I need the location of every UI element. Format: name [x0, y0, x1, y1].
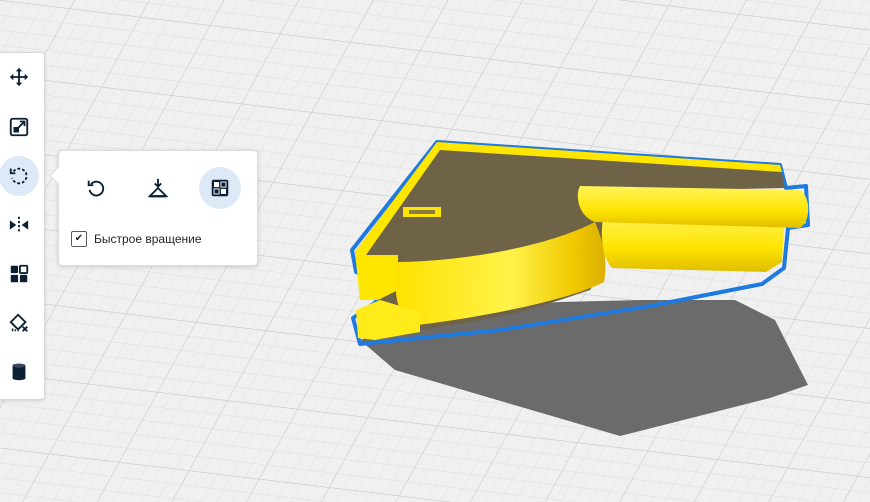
move-arrows-icon — [9, 67, 29, 87]
mirror-tool-button[interactable] — [0, 205, 39, 245]
per-model-settings-icon — [10, 264, 29, 283]
cylinder-tool-button[interactable] — [0, 352, 39, 392]
support-blocker-icon — [9, 313, 28, 332]
tool-sidebar — [0, 52, 45, 400]
move-tool-button[interactable] — [0, 57, 39, 97]
lay-flat-button[interactable] — [137, 167, 179, 209]
scale-icon — [9, 117, 29, 137]
model-upper-bar — [577, 186, 809, 228]
rotate-options-panel: ✔ Быстрое вращение — [49, 150, 258, 266]
scale-tool-button[interactable] — [0, 107, 39, 147]
fast-rotation-option[interactable]: ✔ Быстрое вращение — [71, 231, 202, 247]
rotate-tool-button[interactable] — [0, 156, 39, 196]
mirror-icon — [9, 216, 29, 234]
fast-rotation-checkbox[interactable]: ✔ — [71, 231, 87, 247]
rotate-icon — [9, 167, 28, 185]
model-slot-inner — [409, 210, 435, 214]
reset-rotation-button[interactable] — [75, 167, 117, 209]
lay-flat-icon — [147, 178, 169, 198]
cylinder-icon — [12, 363, 26, 381]
per-model-settings-button[interactable] — [0, 254, 39, 294]
support-blocker-button[interactable] — [0, 303, 39, 343]
fast-rotation-label: Быстрое вращение — [94, 232, 202, 246]
reset-rotation-icon — [87, 180, 105, 197]
select-face-button[interactable] — [199, 167, 241, 209]
checkmark-icon: ✔ — [74, 233, 84, 244]
select-face-icon — [211, 179, 229, 197]
